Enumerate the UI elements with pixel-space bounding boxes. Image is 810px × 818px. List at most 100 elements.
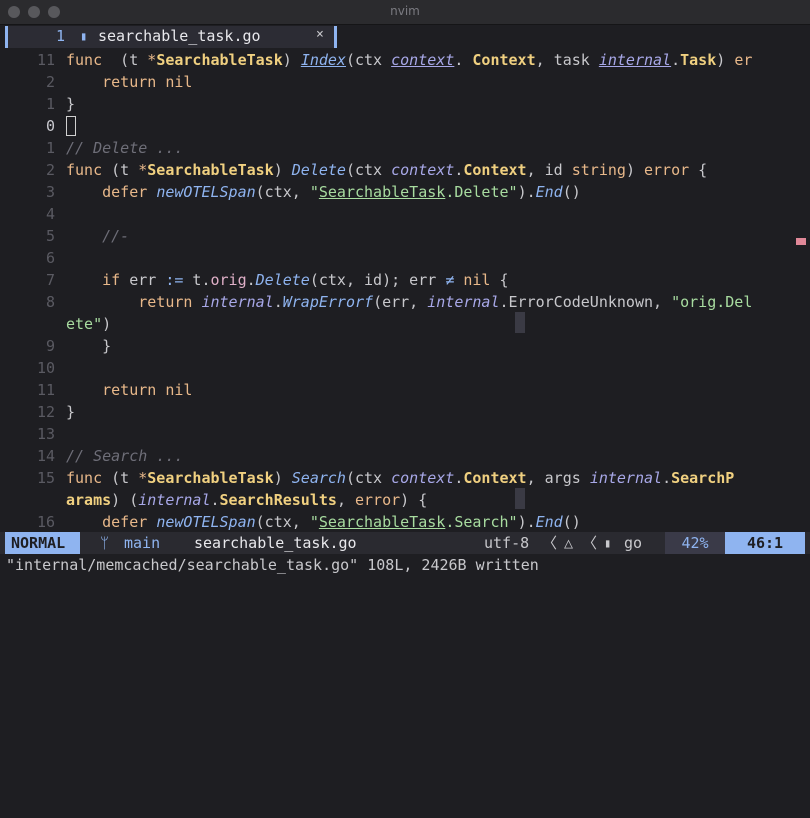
code-line[interactable]: 5 //- <box>0 225 810 247</box>
code-token: ) <box>625 161 644 179</box>
code-token: () <box>562 513 581 531</box>
code-line[interactable]: 16 defer newOTELSpan(ctx, "SearchableTas… <box>0 511 810 533</box>
code-token: ) <box>273 161 292 179</box>
code-token: ete" <box>66 315 103 333</box>
code-line[interactable]: 11 return nil <box>0 379 810 401</box>
code-line[interactable]: 7 if err := t.orig.Delete(ctx, id); err … <box>0 269 810 291</box>
mode-indicator: NORMAL <box>5 532 80 554</box>
code-token: ( <box>345 51 355 69</box>
line-number: 13 <box>36 425 55 443</box>
line-text: if err := t.orig.Delete(ctx, id); err ≠ … <box>66 269 508 291</box>
code-token: SearchableTask <box>147 161 274 179</box>
code-token: " <box>309 183 319 201</box>
code-token: SearchP <box>671 469 735 487</box>
window-title: nvim <box>390 4 420 18</box>
code-line[interactable]: 2 func (t *SearchableTask) Delete(ctx con… <box>0 159 810 181</box>
code-token: string <box>571 161 626 179</box>
code-token: //- <box>102 227 130 245</box>
code-line[interactable]: 15 func (t *SearchableTask) Search(ctx co… <box>0 467 810 489</box>
code-token: WrapErrorf <box>282 293 374 311</box>
line-text: func (t *SearchableTask) Search(ctx cont… <box>66 467 734 489</box>
code-token: ) <box>273 469 292 487</box>
line-number: 9 <box>45 337 55 355</box>
code-token: context <box>391 161 455 179</box>
code-token: . <box>210 491 220 509</box>
code-token: SearchableTask <box>147 469 274 487</box>
code-token: Context <box>472 51 536 69</box>
ghost-cursor <box>515 488 525 509</box>
tab-line: 1 ▮ searchable_task.go × <box>0 26 810 48</box>
code-token: } <box>66 337 112 355</box>
line-text <box>66 115 76 137</box>
code-line[interactable]: 6 <box>0 247 810 269</box>
code-line[interactable]: 9 } <box>0 335 810 357</box>
code-token: . <box>273 293 283 311</box>
code-token: internal <box>427 293 500 311</box>
line-text: func (t *SearchableTask) Index(ctx conte… <box>66 49 752 71</box>
code-line[interactable]: 2 return nil <box>0 71 810 93</box>
code-token: func <box>66 161 103 179</box>
encoding: utf-8 <box>484 534 530 552</box>
code-line[interactable]: 4 <box>0 203 810 225</box>
line-number: 7 <box>45 271 55 289</box>
code-editor[interactable]: 11 func (t *SearchableTask) Index(ctx con… <box>0 49 810 533</box>
code-token: orig <box>210 271 247 289</box>
line-text: // Delete ... <box>66 137 183 159</box>
code-line[interactable]: 12} <box>0 401 810 423</box>
code-line[interactable]: 11 func (t *SearchableTask) Index(ctx con… <box>0 49 810 71</box>
line-number: 10 <box>36 359 55 377</box>
code-token: Delete <box>255 271 310 289</box>
line-number: 11 <box>36 381 55 399</box>
code-line[interactable]: ete") <box>0 313 810 335</box>
status-filename: searchable_task.go <box>194 534 357 552</box>
status-line: NORMAL ᛘ main searchable_task.go utf-8 〈… <box>0 532 810 554</box>
git-branch-icon: ᛘ <box>100 534 110 552</box>
code-token: ) <box>102 315 112 333</box>
branch-name: main <box>124 534 161 552</box>
command-line[interactable]: "internal/memcached/searchable_task.go" … <box>6 554 539 576</box>
code-line[interactable]: 1} <box>0 93 810 115</box>
code-token: ( <box>102 51 130 69</box>
code-token: , <box>535 51 554 69</box>
line-text: defer newOTELSpan(ctx, "SearchableTask.D… <box>66 181 581 203</box>
scroll-percent: 42% <box>665 532 725 554</box>
code-token: arams <box>66 491 112 509</box>
code-token: End <box>535 513 563 531</box>
line-text: arams) (internal.SearchResults, error) { <box>66 489 427 511</box>
code-token: nil <box>165 381 193 399</box>
code-token: error <box>355 491 401 509</box>
code-token: " <box>309 513 319 531</box>
code-token: (ctx, <box>255 513 310 531</box>
code-line[interactable]: arams) (internal.SearchResults, error) { <box>0 489 810 511</box>
separator: 〈 <box>582 534 598 552</box>
code-token: SearchableTask <box>318 513 446 531</box>
code-token: () <box>562 183 581 201</box>
code-token: func <box>66 51 103 69</box>
code-line[interactable]: 0 <box>0 115 810 137</box>
code-line[interactable]: 8 return internal.WrapErrorf(err, intern… <box>0 291 810 313</box>
code-token: .Search" <box>445 513 518 531</box>
code-line[interactable]: 14 // Search ... <box>0 445 810 467</box>
code-token: . <box>671 51 681 69</box>
code-token: if <box>102 271 121 289</box>
code-token: { <box>689 161 708 179</box>
tab-close-icon[interactable]: × <box>316 27 324 42</box>
line-text: // Search ... <box>66 445 183 467</box>
code-token: internal <box>589 469 663 487</box>
line-text: } <box>66 401 75 423</box>
tab-number: 1 <box>56 27 66 45</box>
code-token: Delete <box>291 161 346 179</box>
code-line[interactable]: 10 <box>0 357 810 379</box>
code-line[interactable]: 1 // Delete ... <box>0 137 810 159</box>
tab-searchable-task[interactable]: 1 ▮ searchable_task.go × <box>5 26 337 48</box>
code-token: defer <box>102 513 148 531</box>
line-number: 2 <box>45 161 55 179</box>
linux-icon: △ <box>564 534 574 552</box>
code-token: ) <box>282 51 301 69</box>
code-token: ). <box>517 513 536 531</box>
code-token: (ctx, id); err <box>309 271 446 289</box>
code-line[interactable]: 13 <box>0 423 810 445</box>
code-line[interactable]: 3 defer newOTELSpan(ctx, "SearchableTask… <box>0 181 810 203</box>
code-token: (err, <box>373 293 428 311</box>
